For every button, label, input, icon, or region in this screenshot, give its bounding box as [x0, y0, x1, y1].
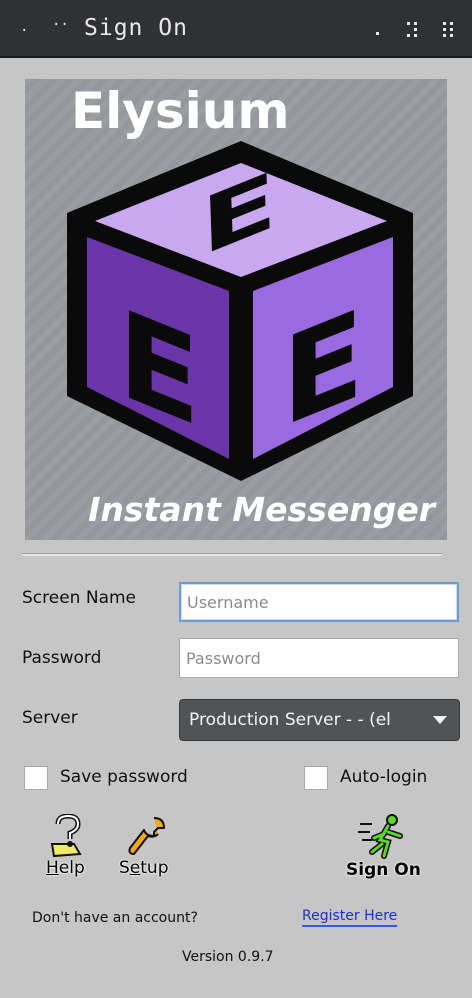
logo-subtitle: Instant Messenger — [88, 490, 435, 529]
server-select[interactable]: Production Server - - (el — [179, 699, 460, 741]
screen-name-label: Screen Name — [22, 588, 137, 608]
logo-title: Elysium — [71, 82, 290, 140]
minimize-button[interactable] — [366, 18, 390, 40]
help-label: Help — [46, 858, 85, 878]
help-button[interactable]: Help — [40, 814, 96, 884]
save-password-label[interactable]: Save password — [60, 766, 188, 788]
auto-login-checkbox[interactable] — [304, 766, 328, 790]
dropdown-arrow-icon — [433, 716, 447, 724]
elysium-cube-logo: E E E — [67, 141, 413, 481]
wrench-icon — [128, 817, 165, 855]
divider — [22, 553, 442, 556]
logo-banner: Elysium E E E Instant Messenger — [25, 79, 447, 540]
sign-on-window: · ·· Sign On Elysium E E E Instant Messe… — [0, 0, 472, 998]
maximize-button[interactable] — [400, 18, 424, 40]
version-text: Version 0.9.7 — [182, 949, 274, 965]
password-input[interactable] — [179, 638, 459, 678]
server-label: Server — [22, 708, 78, 728]
setup-label: Setup — [119, 858, 169, 878]
close-button[interactable] — [436, 18, 460, 40]
server-selected-value: Production Server - - (el — [189, 710, 391, 730]
register-link-wrap: Register Here — [302, 907, 398, 927]
username-input[interactable] — [179, 582, 459, 622]
window-title: Sign On — [84, 15, 188, 41]
save-password-checkbox[interactable] — [24, 766, 48, 790]
sign-on-label: Sign On — [346, 860, 421, 880]
setup-button[interactable]: Setup — [116, 814, 176, 884]
sign-on-button[interactable]: Sign On — [344, 814, 426, 884]
auto-login-label[interactable]: Auto-login — [340, 766, 427, 788]
no-account-text: Don't have an account? — [32, 910, 198, 926]
help-icon — [50, 814, 82, 858]
running-man-icon — [358, 814, 403, 859]
register-link[interactable]: Register Here — [302, 908, 398, 927]
password-label: Password — [22, 648, 102, 668]
title-bar[interactable]: · ·· Sign On — [0, 0, 472, 58]
window-grip-icon: ·· — [52, 17, 69, 33]
window-menu-icon[interactable]: · — [20, 24, 28, 38]
